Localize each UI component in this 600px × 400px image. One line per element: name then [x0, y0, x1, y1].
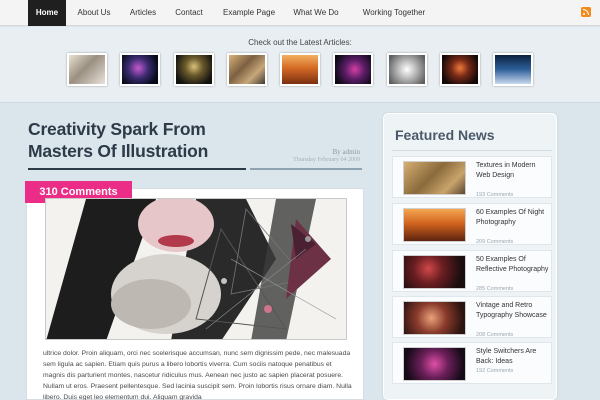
- latest-article-thumb[interactable]: [280, 53, 320, 86]
- featured-item-comments: 209 Comments: [476, 239, 514, 245]
- featured-item-title[interactable]: Style Switchers Are Back: Ideas: [476, 347, 551, 366]
- latest-articles-strip: Check out the Latest Articles:: [0, 27, 600, 103]
- featured-item[interactable]: 60 Examples Of Night Photography 209 Com…: [392, 203, 552, 245]
- nav-item-about-us[interactable]: About Us: [70, 0, 118, 26]
- rss-icon[interactable]: [581, 7, 591, 17]
- nav-item-home[interactable]: Home: [28, 0, 66, 26]
- nav-item-working-together[interactable]: Working Together: [354, 0, 434, 26]
- latest-article-thumb[interactable]: [227, 53, 267, 86]
- featured-item-comments: 193 Comments: [476, 192, 514, 198]
- post-featured-image[interactable]: [45, 198, 347, 340]
- featured-item-image[interactable]: [403, 347, 466, 381]
- post-author: By admin: [332, 148, 360, 156]
- featured-item-title[interactable]: 50 Examples Of Reflective Photography: [476, 255, 551, 274]
- meta-divider: [250, 168, 362, 170]
- latest-article-thumb[interactable]: [120, 53, 160, 86]
- latest-article-thumb[interactable]: [493, 53, 533, 86]
- featured-item-image[interactable]: [403, 301, 466, 335]
- featured-item[interactable]: Vintage and Retro Typography Showcase 20…: [392, 296, 552, 338]
- post-title[interactable]: Creativity Spark From Masters Of Illustr…: [28, 118, 258, 162]
- latest-article-thumb[interactable]: [333, 53, 373, 86]
- featured-item-image[interactable]: [403, 255, 466, 289]
- illustration-graphic: [46, 199, 346, 339]
- nav-item-example-page[interactable]: Example Page: [218, 0, 280, 26]
- nav-item-articles[interactable]: Articles: [123, 0, 163, 26]
- featured-item-image[interactable]: [403, 161, 466, 195]
- post-date: Thursday February 04 2009: [293, 157, 360, 163]
- post-excerpt: ultrice dolor. Proin aliquam, orci nec s…: [43, 350, 352, 400]
- featured-item-comments: 285 Comments: [476, 286, 514, 292]
- title-divider: [28, 168, 246, 170]
- featured-item-image[interactable]: [403, 208, 466, 242]
- sidebar-divider: [392, 150, 552, 151]
- latest-articles-title: Check out the Latest Articles:: [248, 38, 352, 47]
- featured-item-title[interactable]: Textures in Modern Web Design: [476, 161, 551, 180]
- nav-item-what-we-do[interactable]: What We Do: [287, 0, 345, 26]
- featured-item-title[interactable]: 60 Examples Of Night Photography: [476, 208, 551, 227]
- featured-item[interactable]: 50 Examples Of Reflective Photography 28…: [392, 250, 552, 292]
- latest-article-thumb[interactable]: [440, 53, 480, 86]
- latest-article-thumb[interactable]: [387, 53, 427, 86]
- featured-item-comments: 192 Comments: [476, 368, 514, 374]
- latest-article-thumb[interactable]: [174, 53, 214, 86]
- featured-item[interactable]: Style Switchers Are Back: Ideas 192 Comm…: [392, 342, 552, 384]
- top-navigation: Home About Us Articles Contact Example P…: [0, 0, 600, 26]
- sidebar-title: Featured News: [395, 127, 495, 143]
- featured-item[interactable]: Textures in Modern Web Design 193 Commen…: [392, 156, 552, 198]
- featured-item-comments: 208 Comments: [476, 332, 514, 338]
- featured-item-title[interactable]: Vintage and Retro Typography Showcase: [476, 301, 551, 320]
- latest-article-thumb[interactable]: [67, 53, 107, 86]
- nav-item-contact[interactable]: Contact: [168, 0, 210, 26]
